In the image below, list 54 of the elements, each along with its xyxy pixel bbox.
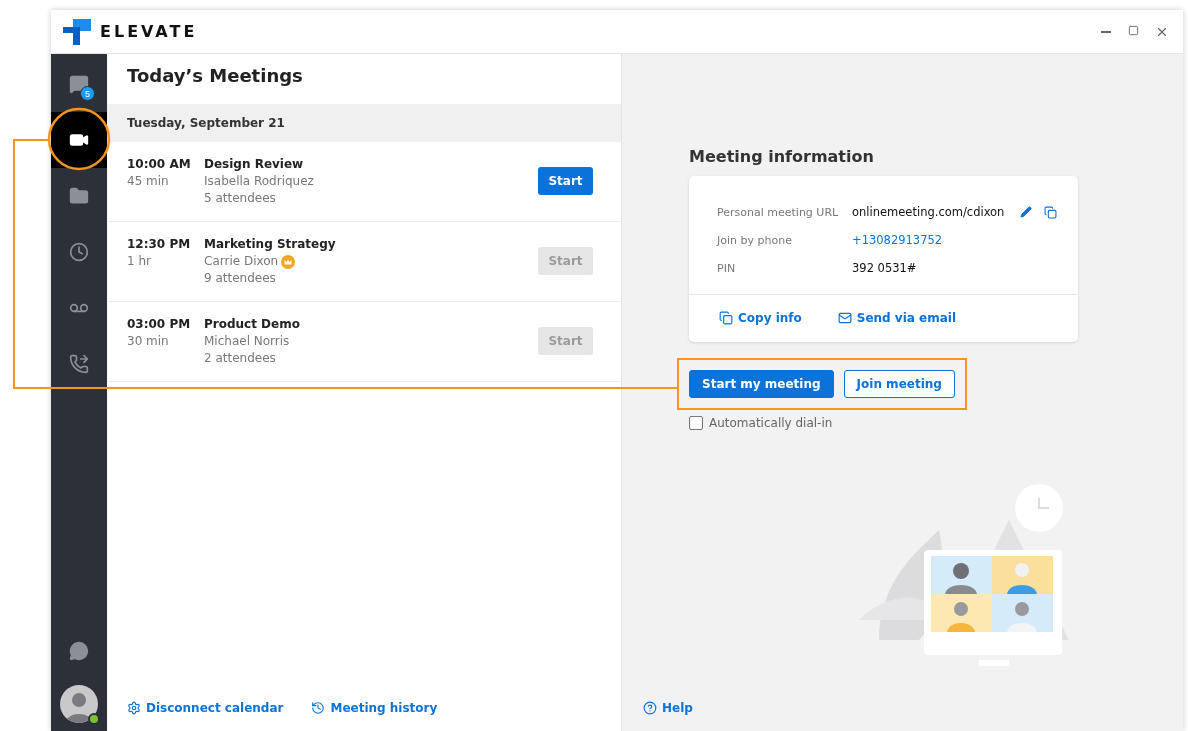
minimize-icon [1101,30,1111,33]
copy-icon [719,311,733,325]
clock-icon [69,242,89,262]
copy-button[interactable] [1044,205,1058,219]
help-icon [643,701,657,715]
start-meeting-button[interactable]: Start my meeting [689,370,834,398]
link[interactable]: Help [643,701,693,715]
mail-icon [837,311,852,325]
meeting-name: Product Demo [204,316,300,333]
meeting-host: Michael Norris [204,333,290,350]
phone-icon [69,354,89,374]
section-title: Meeting information [689,147,875,166]
link[interactable]: Disconnect calendar [127,701,284,715]
meeting-host: Carrie Dixon [204,253,279,270]
attendee-count: 2 attendees [204,350,276,367]
folder-icon [69,186,89,206]
sidebar-item[interactable] [51,112,107,168]
meeting-name: Design Review [204,156,304,173]
join-meeting-button[interactable]: Join meeting [843,370,955,398]
date-header: Tuesday, September 21 [107,104,621,142]
meeting-host: Isabella Rodriquez [204,173,314,190]
meeting-duration: 45 min [127,173,169,190]
field-label: PIN [717,261,737,275]
meeting-time: 12:30 PM [127,236,191,253]
message-icon [69,641,89,661]
meeting-duration: 30 min [127,333,169,350]
link[interactable]: Copy info [719,311,802,325]
logo-icon [63,18,91,45]
link[interactable]: Meeting history [311,701,438,715]
meeting-duration: 1 hr [127,253,151,270]
unread-badge: 5 [80,86,95,101]
field-value: onlinemeeting.com/cdixon [852,205,1005,219]
field-label: Personal meeting URL [717,205,840,219]
user-avatar[interactable] [60,685,98,723]
field-label: Join by phone [717,233,793,247]
callout-ring [47,107,111,171]
checkbox-label: Automatically dial-in [709,416,833,430]
start-button[interactable]: Start [538,167,593,195]
meeting-time: 10:00 AM [127,156,191,173]
checkbox[interactable] [689,416,703,430]
sidebar-item[interactable]: 5 [51,56,107,112]
field-value: 392 0531# [852,261,917,275]
history-icon [311,701,326,715]
attendee-count: 9 attendees [204,270,276,287]
phone-link[interactable]: +13082913752 [852,233,943,247]
page-title: Today’s Meetings [126,64,304,88]
meeting-name: Marketing Strategy [204,236,336,253]
edit-button[interactable] [1020,206,1033,218]
meeting-time: 03:00 PM [127,316,191,333]
link[interactable]: Send via email [837,311,957,325]
app-name: ELEVATE [100,22,198,41]
settings-icon [127,701,141,715]
maximize-icon [1128,24,1139,36]
attendee-count: 5 attendees [204,190,276,207]
